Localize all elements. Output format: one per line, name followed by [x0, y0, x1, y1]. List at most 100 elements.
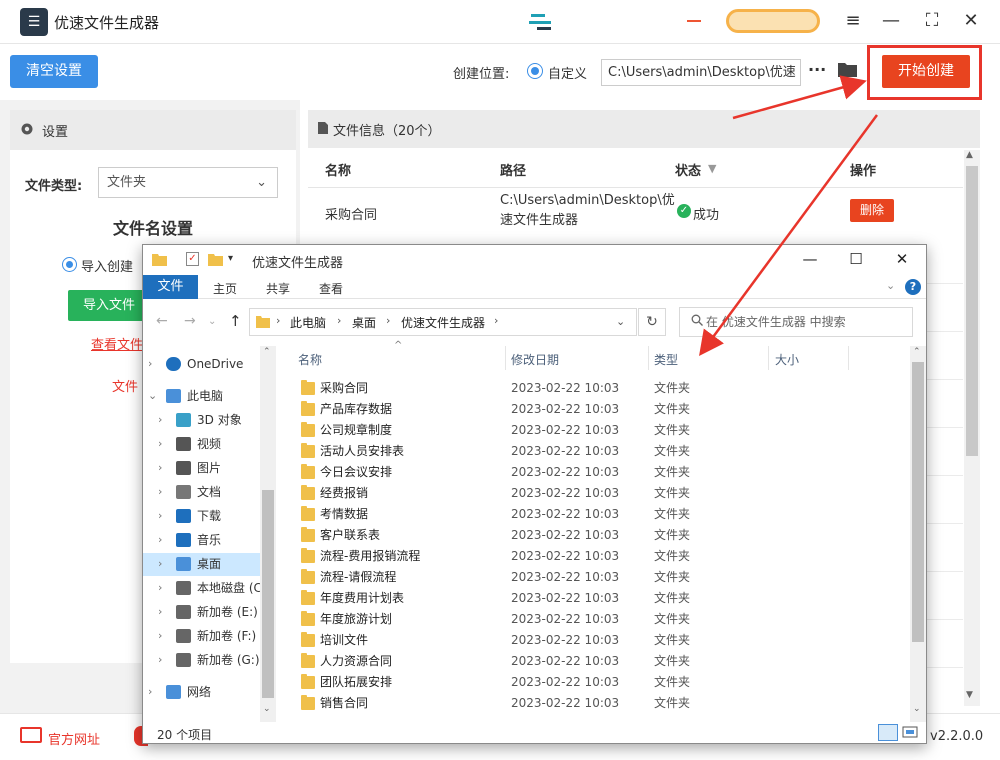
scroll-up-icon[interactable]: ▲: [966, 150, 973, 160]
breadcrumb-desktop[interactable]: 桌面: [352, 314, 376, 331]
chevron-right-icon[interactable]: ›: [158, 576, 172, 600]
start-create-button[interactable]: 开始创建: [882, 55, 970, 88]
chevron-right-icon[interactable]: ›: [158, 408, 172, 432]
chevron-right-icon[interactable]: ›: [158, 600, 172, 624]
nav-item[interactable]: › 网络: [148, 680, 260, 704]
back-icon[interactable]: ←: [156, 313, 168, 329]
nav-item[interactable]: › 新加卷 (E:): [158, 600, 260, 624]
list-item[interactable]: 培训文件 2023-02-22 10:03 文件夹: [301, 630, 721, 651]
explorer-column-type[interactable]: 类型: [654, 351, 678, 368]
nav-item[interactable]: › 3D 对象: [158, 408, 260, 432]
file-info-scrollbar-thumb[interactable]: [966, 166, 978, 456]
tab-file[interactable]: 文件: [143, 275, 198, 299]
chevron-right-icon[interactable]: ›: [158, 480, 172, 504]
explorer-minimize-icon[interactable]: —: [800, 250, 820, 268]
up-icon[interactable]: ↑: [229, 312, 242, 330]
column-divider[interactable]: [505, 346, 506, 370]
nav-item[interactable]: ⌄ 此电脑: [148, 384, 260, 408]
nav-item[interactable]: › 新加卷 (F:): [158, 624, 260, 648]
list-item[interactable]: 经费报销 2023-02-22 10:03 文件夹: [301, 483, 721, 504]
explorer-column-name[interactable]: 名称: [298, 351, 322, 368]
nav-item[interactable]: › OneDrive: [148, 352, 260, 376]
breadcrumb-this-pc[interactable]: 此电脑: [290, 314, 326, 331]
explorer-maximize-icon[interactable]: ☐: [846, 250, 866, 268]
nav-item[interactable]: › 图片: [158, 456, 260, 480]
list-item[interactable]: 销售合同 2023-02-22 10:03 文件夹: [301, 693, 721, 714]
nav-item[interactable]: › 文档: [158, 480, 260, 504]
import-create-radio[interactable]: [62, 257, 77, 272]
view-file-link[interactable]: 查看文件: [91, 334, 143, 353]
quick-access-dropdown-icon[interactable]: ▾: [228, 253, 233, 264]
filter-icon[interactable]: ▼: [708, 162, 716, 175]
explorer-column-size[interactable]: 大小: [775, 351, 799, 368]
file-list-scrollbar-thumb[interactable]: [912, 362, 924, 642]
refresh-icon[interactable]: ↻: [638, 308, 666, 336]
list-scroll-up-icon[interactable]: ⌃: [913, 347, 921, 357]
list-item[interactable]: 今日会议安排 2023-02-22 10:03 文件夹: [301, 462, 721, 483]
nav-item[interactable]: › 音乐: [158, 528, 260, 552]
explorer-search-input[interactable]: 在 优速文件生成器 中搜索: [679, 307, 913, 337]
column-divider[interactable]: [648, 346, 649, 370]
details-view-icon[interactable]: [878, 724, 898, 741]
list-item[interactable]: 考情数据 2023-02-22 10:03 文件夹: [301, 504, 721, 525]
explorer-close-icon[interactable]: ✕: [892, 250, 912, 268]
tab-view[interactable]: 查看: [319, 280, 343, 297]
nav-scroll-up-icon[interactable]: ⌃: [263, 347, 271, 357]
list-item[interactable]: 年度费用计划表 2023-02-22 10:03 文件夹: [301, 588, 721, 609]
list-item[interactable]: 公司规章制度 2023-02-22 10:03 文件夹: [301, 420, 721, 441]
help-icon[interactable]: ?: [905, 279, 921, 295]
nav-item[interactable]: › 本地磁盘 (C: [158, 576, 262, 600]
promo-banner[interactable]: [726, 9, 820, 33]
list-item[interactable]: 采购合同 2023-02-22 10:03 文件夹: [301, 378, 721, 399]
nav-item[interactable]: › 视频: [158, 432, 260, 456]
maximize-icon[interactable]: ⛶: [921, 10, 943, 32]
chevron-right-icon[interactable]: ›: [158, 528, 172, 552]
list-item[interactable]: 人力资源合同 2023-02-22 10:03 文件夹: [301, 651, 721, 672]
list-item[interactable]: 活动人员安排表 2023-02-22 10:03 文件夹: [301, 441, 721, 462]
large-icons-view-icon[interactable]: [902, 725, 918, 739]
clear-settings-button[interactable]: 清空设置: [10, 55, 98, 88]
explorer-column-date[interactable]: 修改日期: [511, 351, 559, 368]
chevron-right-icon[interactable]: ›: [148, 680, 162, 704]
chevron-right-icon[interactable]: ›: [158, 456, 172, 480]
list-item[interactable]: 流程-费用报销流程 2023-02-22 10:03 文件夹: [301, 546, 721, 567]
chevron-down-icon[interactable]: ⌄: [148, 384, 162, 408]
forward-icon[interactable]: →: [184, 313, 196, 329]
import-file-button[interactable]: 导入文件: [68, 290, 148, 321]
address-dropdown-icon[interactable]: ⌄: [616, 315, 625, 328]
nav-item[interactable]: › 下载: [158, 504, 260, 528]
custom-location-radio[interactable]: [527, 63, 543, 79]
list-item[interactable]: 流程-请假流程 2023-02-22 10:03 文件夹: [301, 567, 721, 588]
tab-home[interactable]: 主页: [213, 280, 237, 297]
chevron-right-icon[interactable]: ›: [158, 624, 172, 648]
nav-item[interactable]: › 新加卷 (G:): [158, 648, 260, 672]
close-icon[interactable]: ✕: [960, 10, 982, 32]
minimize-icon[interactable]: —: [880, 10, 902, 32]
more-icon[interactable]: ···: [808, 60, 826, 79]
list-item[interactable]: 产品库存数据 2023-02-22 10:03 文件夹: [301, 399, 721, 420]
list-item[interactable]: 年度旅游计划 2023-02-22 10:03 文件夹: [301, 609, 721, 630]
chevron-right-icon[interactable]: ›: [158, 648, 172, 672]
website-icon[interactable]: [20, 727, 42, 743]
website-link[interactable]: 官方网址: [48, 729, 100, 748]
chevron-right-icon[interactable]: ›: [158, 432, 172, 456]
nav-item[interactable]: › 桌面: [158, 552, 260, 576]
nav-scroll-down-icon[interactable]: ⌄: [263, 704, 271, 714]
file-type-select[interactable]: 文件夹 ⌄: [98, 167, 278, 198]
ribbon-expand-icon[interactable]: ⌄: [886, 279, 895, 292]
menu-icon[interactable]: ≡: [842, 10, 864, 32]
breadcrumb-folder[interactable]: 优速文件生成器: [401, 314, 485, 331]
delete-button[interactable]: 删除: [850, 199, 894, 222]
scroll-down-icon[interactable]: ▼: [966, 690, 973, 700]
chevron-right-icon[interactable]: ›: [158, 552, 172, 576]
properties-icon[interactable]: ✓: [186, 252, 199, 266]
column-divider[interactable]: [848, 346, 849, 370]
folder-icon[interactable]: [837, 61, 858, 78]
new-folder-icon[interactable]: [208, 252, 223, 266]
output-path-input[interactable]: C:\Users\admin\Desktop\优速: [601, 59, 801, 86]
tab-share[interactable]: 共享: [266, 280, 290, 297]
list-scroll-down-icon[interactable]: ⌄: [913, 704, 921, 714]
column-divider[interactable]: [768, 346, 769, 370]
chevron-right-icon[interactable]: ›: [148, 352, 162, 376]
list-item[interactable]: 团队拓展安排 2023-02-22 10:03 文件夹: [301, 672, 721, 693]
